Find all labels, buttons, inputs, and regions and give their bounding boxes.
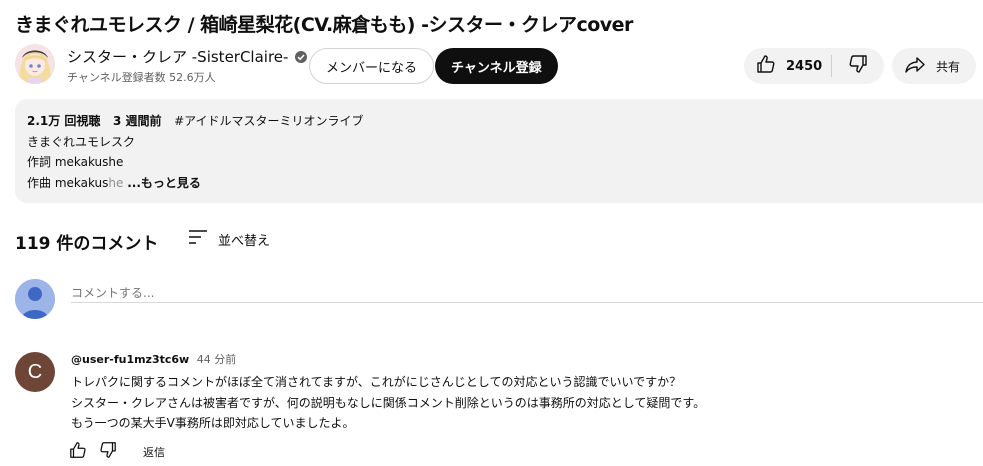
description-box[interactable]: 2.1万 回視聴 3 週間前 #アイドルマスターミリオンライブ きまぐれユモレス…: [15, 99, 983, 203]
verified-check-icon: [294, 50, 308, 64]
comment-actions: 返信: [69, 441, 165, 462]
comment-text: トレパクに関するコメントがほぼ全て消されてますが、これがにじさんじとしての対応と…: [71, 372, 705, 434]
thumbs-up-icon: [70, 442, 86, 458]
like-button[interactable]: 2450: [744, 48, 832, 84]
join-membership-button[interactable]: メンバーになる: [309, 48, 435, 84]
comment-header: @user-fu1mz3tc6w 44 分前: [71, 351, 236, 367]
video-title: きまぐれユモレスク / 箱崎星梨花(CV.麻倉もも) -シスター・クレアcove…: [15, 14, 633, 36]
thumbs-down-icon: [848, 54, 868, 78]
share-arrow-icon: [904, 56, 926, 77]
show-more-link[interactable]: ...もっと見る: [127, 176, 201, 190]
thumbs-up-icon: [756, 54, 776, 78]
like-count: 2450: [786, 58, 823, 74]
description-meta: 2.1万 回視聴 3 週間前 #アイドルマスターミリオンライブ: [27, 111, 971, 132]
comment-line: トレパクに関するコメントがほぼ全て消されてますが、これがにじさんじとしての対応と…: [71, 375, 682, 389]
comment-like-button[interactable]: [69, 441, 87, 462]
upload-age: 3 週間前: [113, 114, 162, 128]
comment-dislike-button[interactable]: [99, 441, 117, 462]
view-count: 2.1万 回視聴: [27, 114, 101, 128]
channel-avatar-image: [15, 44, 55, 84]
channel-avatar[interactable]: [15, 44, 55, 84]
comment-line: シスター・クレアさんは被害者ですが、何の説明もなしに関係コメント削除というのは事…: [71, 395, 706, 410]
subscriber-count: チャンネル登録者数 52.6万人: [67, 71, 216, 84]
description-line-truncated: 作曲 mekakushe ...もっと見る: [27, 173, 971, 194]
comment-time[interactable]: 44 分前: [197, 353, 237, 366]
description-line: 作詞 mekakushe: [27, 155, 124, 169]
share-button[interactable]: 共有: [892, 48, 976, 84]
channel-row: シスター・クレア -SisterClaire- チャンネル登録者数 52.6万人…: [15, 44, 983, 86]
comment-line: もう一つの某大手V事務所は即対応していましたよ。: [71, 416, 355, 430]
share-label: 共有: [936, 59, 961, 74]
thumbs-down-icon: [100, 442, 116, 458]
reply-button[interactable]: 返信: [143, 444, 165, 460]
sort-label: 並べ替え: [218, 233, 271, 249]
comments-header: 119 件のコメント 並べ替え: [15, 229, 270, 254]
commenter-avatar[interactable]: C: [15, 352, 55, 392]
comment-author[interactable]: @user-fu1mz3tc6w: [71, 353, 189, 366]
add-comment-row: [15, 279, 983, 319]
channel-name[interactable]: シスター・クレア -SisterClaire-: [67, 46, 308, 67]
subscribe-button[interactable]: チャンネル登録: [435, 48, 558, 84]
channel-name-text[interactable]: シスター・クレア -SisterClaire-: [67, 46, 288, 67]
comment-count: 119 件のコメント: [15, 234, 159, 254]
dislike-button[interactable]: [832, 48, 884, 84]
sort-icon: [188, 229, 208, 249]
description-line: きまぐれユモレスク: [27, 134, 136, 149]
like-dislike-group: 2450: [744, 48, 884, 84]
user-avatar-icon: [15, 279, 55, 319]
comment-input[interactable]: [71, 279, 983, 303]
description-faded-text: he: [108, 175, 124, 190]
description-line-text: 作曲 mekakus: [27, 175, 109, 190]
hashtag-link[interactable]: #アイドルマスターミリオンライブ: [174, 114, 363, 128]
sort-button[interactable]: 並べ替え: [188, 229, 270, 249]
